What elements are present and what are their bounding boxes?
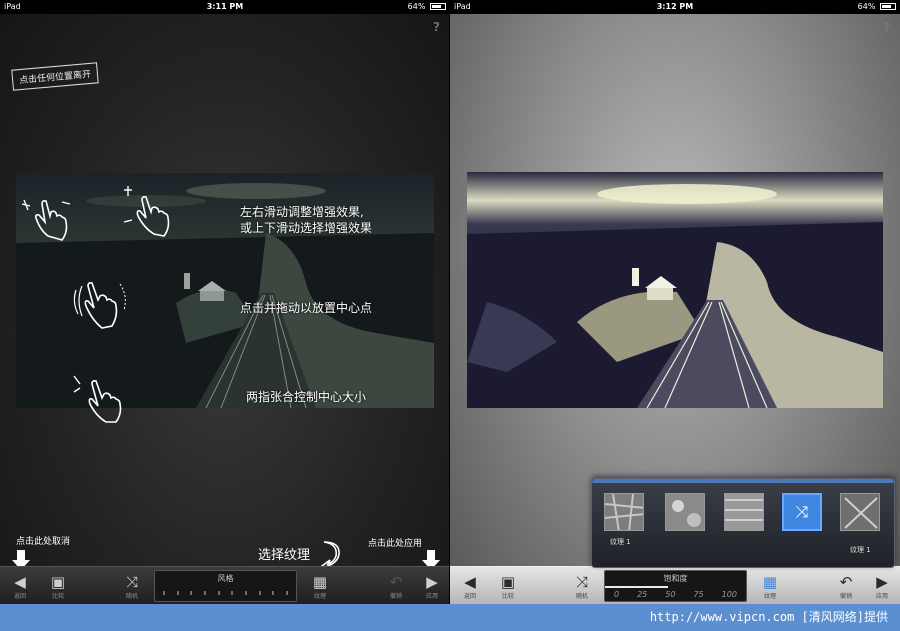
bottom-toolbar: ◀ 返回 ▣ 比较 ⤨ 随机 饱和度 0 25 50 75 100 ▦ 纹理 ↶… (450, 566, 900, 604)
triangle-left-icon: ◀ (464, 573, 476, 591)
clock: 3:12 PM (656, 2, 694, 11)
slider-ticks (163, 591, 288, 595)
random-label: 随机 (125, 593, 138, 600)
triangle-left-icon: ◀ (14, 573, 26, 591)
undo-button[interactable]: ↶ 撤销 (376, 567, 416, 604)
slider-number: 25 (637, 590, 648, 599)
triangle-right-icon: ▶ (876, 573, 888, 591)
pinch-gesture-icon (70, 370, 130, 426)
watermark-text: http://www.vipcn.com [清风网络]提供 (649, 610, 888, 624)
texture-label: 纹理 (313, 593, 326, 600)
cancel-hint: 点击此处取消 (16, 537, 71, 547)
slider-label: 饱和度 (663, 574, 688, 583)
tip-drag: 点击并拖动以放置中心点 (240, 301, 373, 315)
battery-icon (430, 3, 446, 10)
edited-photo[interactable] (467, 172, 883, 408)
checker-icon: ▦ (762, 573, 778, 591)
back-label: 返回 (463, 593, 476, 600)
tip-swipe: 左右滑动调整增强效果, 或上下滑动选择增强效果 (240, 205, 373, 235)
texture-thumb-label: 纹理 1 (850, 546, 871, 554)
apply-button[interactable]: ▶ 应用 (862, 567, 900, 604)
compare-label: 比较 (501, 593, 514, 600)
battery-percent: 64% (407, 2, 426, 11)
slider-fill (605, 586, 669, 588)
swipe-vertical-gesture-icon (118, 182, 178, 238)
texture-label: 纹理 (763, 593, 776, 600)
battery-icon (880, 3, 896, 10)
slider-number: 50 (665, 590, 676, 599)
left-screen: iPad 3:11 PM 64% ? 点击任何位置离开 左右滑动调整增强效果, … (0, 0, 450, 604)
texture-thumb[interactable] (724, 493, 764, 531)
status-bar: iPad 3:11 PM 64% (0, 0, 450, 14)
image-icon: ▣ (50, 573, 66, 591)
compare-button[interactable]: ▣ 比较 (488, 567, 528, 604)
apply-label: 应用 (425, 593, 438, 600)
compare-button[interactable]: ▣ 比较 (38, 567, 78, 604)
undo-button[interactable]: ↶ 撤销 (826, 567, 866, 604)
help-button[interactable]: ? (883, 20, 890, 34)
texture-picker: 纹理 1 ⤨ 纹理 1 (591, 478, 895, 568)
clock: 3:11 PM (206, 2, 244, 11)
texture-thumb-label: 纹理 1 (610, 538, 631, 546)
texture-hint: 选择纹理 (258, 548, 311, 563)
random-button[interactable]: ⤨ 随机 (562, 567, 602, 604)
battery-indicator: 64% (408, 0, 446, 14)
slider-scale: 0 25 50 75 100 (605, 590, 746, 599)
help-button[interactable]: ? (433, 20, 440, 34)
texture-thumb[interactable] (604, 493, 644, 531)
back-button[interactable]: ◀ 返回 (0, 567, 40, 604)
triangle-right-icon: ▶ (426, 573, 438, 591)
tip-pinch: 两指张合控制中心大小 (246, 390, 367, 404)
shuffle-icon: ⤨ (575, 573, 588, 591)
image-icon: ▣ (500, 573, 516, 591)
undo-label: 撤销 (839, 593, 852, 600)
battery-percent: 64% (857, 2, 876, 11)
apply-hint: 点击此处应用 (368, 539, 423, 549)
saturation-slider[interactable]: 饱和度 0 25 50 75 100 (604, 570, 747, 602)
random-label: 随机 (575, 593, 588, 600)
texture-thumb[interactable] (840, 493, 880, 531)
slider-number: 100 (721, 590, 737, 599)
swipe-gesture-icon (18, 190, 78, 246)
texture-button[interactable]: ▦ 纹理 (750, 567, 790, 604)
shuffle-icon: ⤨ (795, 502, 809, 521)
slider-number: 75 (693, 590, 704, 599)
texture-thumb-random[interactable]: ⤨ (782, 493, 822, 531)
back-button[interactable]: ◀ 返回 (450, 567, 490, 604)
bottom-toolbar: ◀ 返回 ▣ 比较 ⤨ 随机 风格 ▦ 纹理 ↶ 撤销 ▶ 应用 (0, 566, 450, 604)
undo-icon: ↶ (839, 573, 853, 591)
dismiss-tutorial-hint[interactable]: 点击任何位置离开 (11, 62, 99, 91)
battery-indicator: 64% (858, 0, 896, 14)
drag-gesture-icon (68, 276, 128, 332)
apply-button[interactable]: ▶ 应用 (412, 567, 450, 604)
random-button[interactable]: ⤨ 随机 (112, 567, 152, 604)
texture-button[interactable]: ▦ 纹理 (300, 567, 340, 604)
slider-label: 风格 (217, 574, 234, 583)
compare-label: 比较 (51, 593, 64, 600)
undo-label: 撤销 (389, 593, 402, 600)
status-bar: iPad 3:12 PM 64% (450, 0, 900, 14)
back-label: 返回 (13, 593, 26, 600)
shuffle-icon: ⤨ (125, 573, 138, 591)
style-slider[interactable]: 风格 (154, 570, 297, 602)
slider-number: 0 (614, 590, 620, 599)
watermark-bar: http://www.vipcn.com [清风网络]提供 (0, 604, 900, 631)
texture-thumb[interactable] (665, 493, 705, 531)
undo-icon: ↶ (389, 573, 403, 591)
checker-icon: ▦ (312, 573, 328, 591)
apply-label: 应用 (875, 593, 888, 600)
lighthouse-photo (467, 172, 883, 408)
